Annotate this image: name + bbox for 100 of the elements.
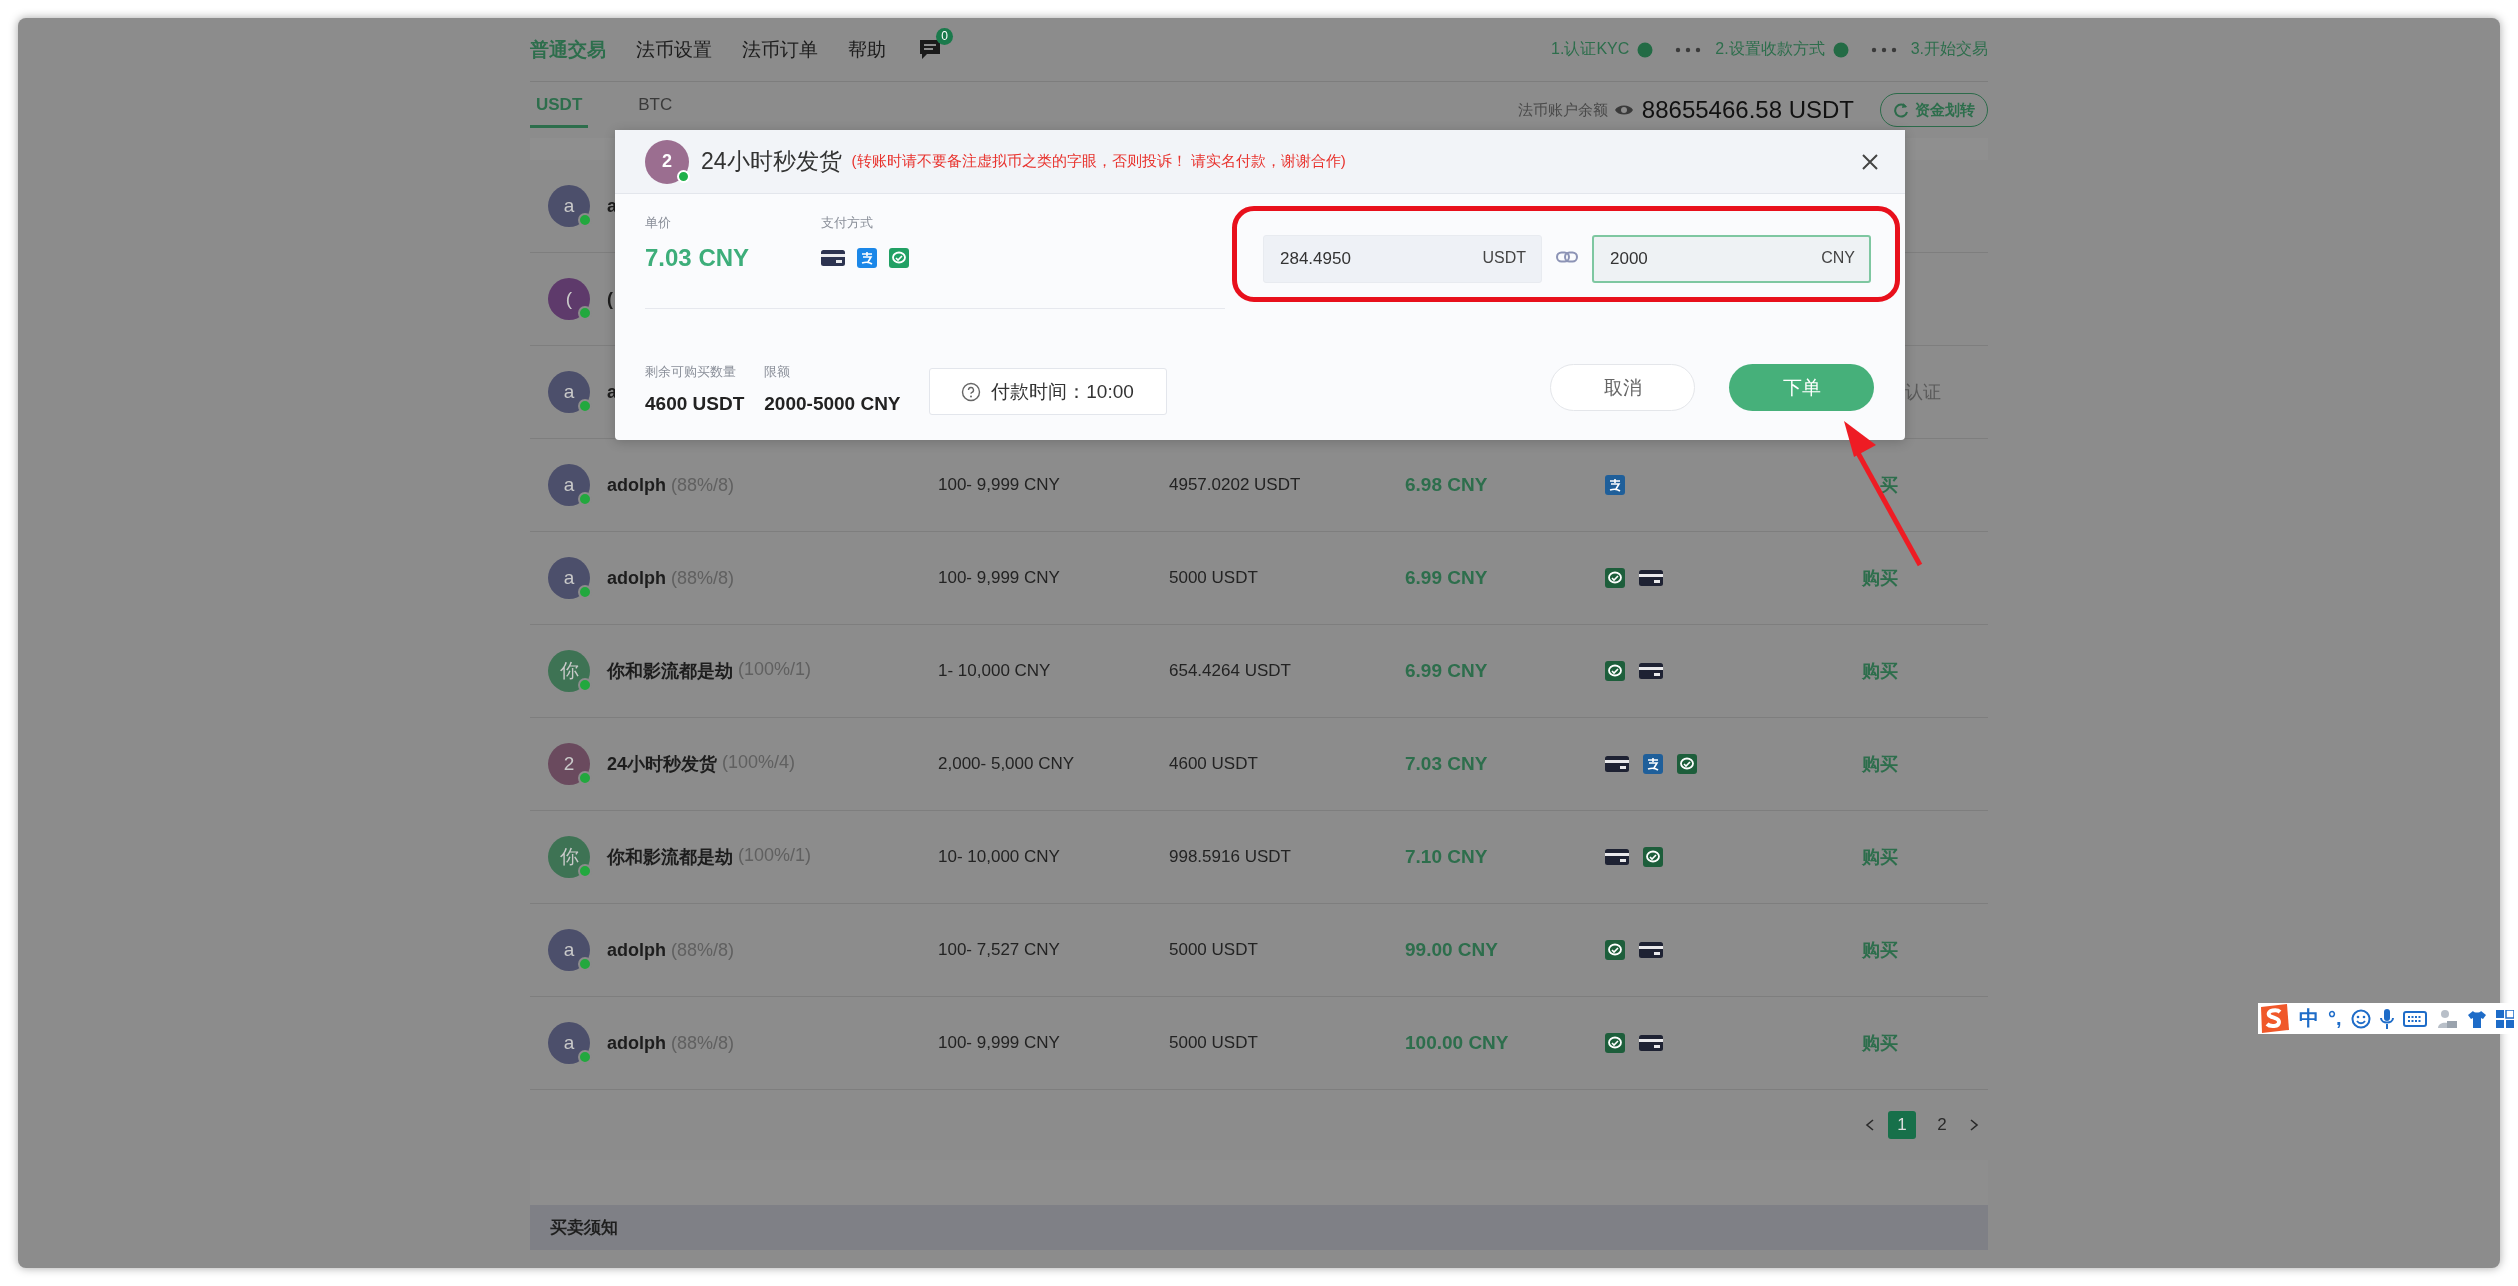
available-amount: 4957.0202 USDT — [1169, 475, 1301, 494]
merchant-name: adolph — [607, 1032, 666, 1054]
available-amount: 4600 USDT — [1169, 754, 1258, 773]
nav-tab[interactable]: 帮助 — [848, 36, 886, 63]
page-number[interactable]: 2 — [1928, 1111, 1956, 1139]
page-number[interactable]: 1 — [1888, 1111, 1916, 1139]
separator-dots-icon — [1675, 46, 1702, 53]
cancel-button[interactable]: 取消 — [1550, 364, 1695, 411]
wechat-icon — [1605, 940, 1625, 960]
limit-range: 100- 7,527 CNY — [938, 940, 1060, 959]
refresh-icon — [1893, 102, 1909, 118]
wechat-icon — [1677, 754, 1697, 774]
merchant-name: 你和影流都是劫 — [607, 660, 733, 683]
card-icon — [1639, 662, 1663, 680]
available-amount: 998.5916 USDT — [1169, 847, 1291, 866]
limit-range: 2,000- 5,000 CNY — [938, 754, 1075, 773]
message-icon[interactable] — [918, 37, 942, 60]
microphone-icon[interactable] — [2379, 1007, 2394, 1030]
alipay-icon — [1643, 754, 1663, 774]
punctuation-mode[interactable]: °, — [2328, 1007, 2342, 1030]
currency-tab[interactable]: BTC — [632, 82, 679, 128]
card-icon — [1639, 941, 1663, 959]
card-icon — [1605, 848, 1629, 866]
wechat-icon — [889, 248, 910, 268]
wechat-icon — [1605, 661, 1625, 681]
merchant-name: 你和影流都是劫 — [607, 846, 733, 869]
card-icon — [821, 249, 846, 267]
notice-title: 买卖须知 — [550, 1217, 618, 1239]
buy-link[interactable]: 购买 — [1862, 940, 1898, 960]
keyboard-icon[interactable] — [2402, 1009, 2427, 1028]
price-label: 单价 — [645, 214, 672, 232]
unit-price: 7.03 CNY — [645, 244, 750, 272]
smiley-icon[interactable] — [2350, 1008, 2371, 1029]
user-avatar: 你 — [548, 650, 590, 692]
wechat-icon — [1643, 847, 1663, 867]
merchant-name: adolph — [607, 567, 666, 589]
limit-range: 1- 10,000 CNY — [938, 661, 1051, 680]
card-icon — [1639, 569, 1663, 587]
buy-link[interactable]: 购买 — [1862, 847, 1898, 867]
user-avatar: a — [548, 557, 590, 599]
previous-page-icon[interactable] — [1864, 1118, 1876, 1132]
wechat-icon — [1605, 1033, 1625, 1053]
buy-link[interactable]: 购买 — [1862, 1033, 1898, 1053]
currency-tab[interactable]: USDT — [530, 82, 589, 128]
limit-range: 100- 9,999 CNY — [938, 475, 1060, 494]
help-icon — [961, 381, 982, 402]
buy-link[interactable]: 购买 — [1862, 661, 1898, 681]
wechat-icon — [1605, 568, 1625, 588]
limit-range: 2000-5000 CNY — [764, 393, 901, 415]
unit-price: 7.10 CNY — [1405, 846, 1488, 867]
merchant-name: adolph — [607, 939, 666, 961]
unit-price: 7.03 CNY — [1405, 753, 1488, 774]
card-icon — [1639, 1034, 1663, 1052]
unit-price: 99.00 CNY — [1405, 939, 1498, 960]
user-avatar: a — [548, 1022, 590, 1064]
buy-link[interactable]: 购买 — [1862, 568, 1898, 588]
grid-menu-icon[interactable] — [2495, 1009, 2514, 1028]
limit-range: 100- 9,999 CNY — [938, 1033, 1060, 1052]
alipay-icon — [857, 248, 878, 268]
message-count-badge: 0 — [936, 27, 953, 45]
separator-dots-icon — [1870, 46, 1897, 53]
next-page-icon[interactable] — [1968, 1118, 1980, 1132]
merchant-name: adolph — [607, 474, 666, 496]
close-icon[interactable] — [1861, 152, 1879, 171]
step-label: 1.认证KYC — [1551, 39, 1630, 59]
unit-price: 6.99 CNY — [1405, 567, 1488, 588]
unit-label: CNY — [1821, 249, 1855, 267]
nav-tab[interactable]: 法币设置 — [636, 36, 712, 63]
unit-label: USDT — [1482, 249, 1526, 267]
user-avatar: 2 — [548, 743, 590, 785]
user-avatar: a — [548, 929, 590, 971]
unit-price: 100.00 CNY — [1405, 1032, 1509, 1053]
link-icon — [1556, 251, 1578, 263]
remaining-amount: 4600 USDT — [645, 393, 745, 415]
limit-range: 10- 10,000 CNY — [938, 847, 1060, 866]
unit-price: 6.98 CNY — [1405, 474, 1488, 495]
language-mode[interactable]: 中 — [2299, 1005, 2319, 1032]
dialog-title: 24小时秒发货 — [701, 147, 842, 176]
user-avatar: a — [548, 185, 590, 227]
eye-icon — [1613, 103, 1634, 117]
limit-range: 100- 9,999 CNY — [938, 568, 1060, 587]
balance-amount: 88655466.58 USDT — [1641, 96, 1854, 124]
available-amount: 5000 USDT — [1169, 568, 1258, 587]
user-avatar: a — [548, 371, 590, 413]
place-order-button[interactable]: 下单 — [1729, 364, 1874, 411]
payment-time: 付款时间：10:00 — [991, 379, 1134, 404]
nav-tab[interactable]: 普通交易 — [530, 36, 606, 63]
buy-link[interactable]: 买 — [1862, 475, 1898, 495]
shirt-icon[interactable] — [2466, 1009, 2487, 1028]
available-amount: 654.4264 USDT — [1169, 661, 1291, 680]
merchant-name: ( — [607, 288, 613, 310]
payment-method-label: 支付方式 — [821, 214, 875, 232]
available-amount: 5000 USDT — [1169, 940, 1258, 959]
user-icon[interactable] — [2435, 1008, 2458, 1029]
merchant-avatar: 2 — [645, 139, 689, 184]
available-amount: 5000 USDT — [1169, 1033, 1258, 1052]
buy-link[interactable]: 购买 — [1862, 754, 1898, 774]
step-label: 3.开始交易 — [1910, 39, 1988, 59]
nav-tab[interactable]: 法币订单 — [742, 36, 818, 63]
step-label: 2.设置收款方式 — [1715, 39, 1825, 59]
